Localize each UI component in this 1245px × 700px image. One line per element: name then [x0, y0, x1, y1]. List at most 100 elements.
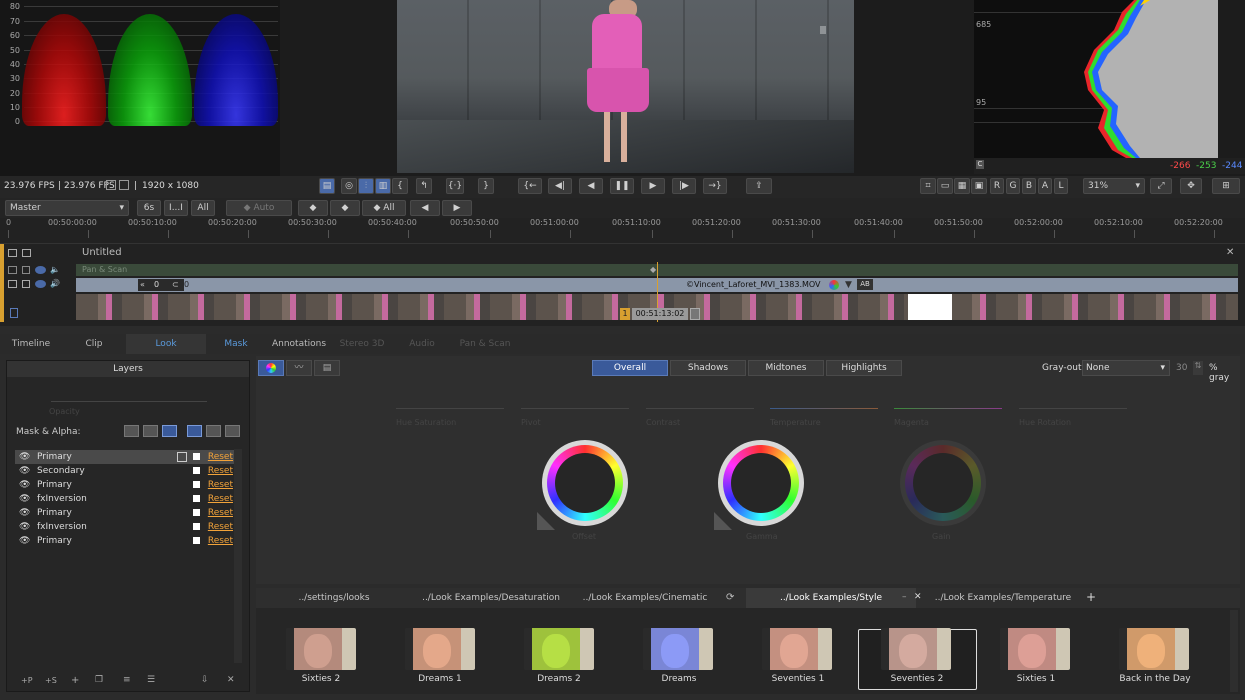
link-icon[interactable]: ⊂	[172, 280, 179, 289]
close-icon[interactable]: ✕	[1226, 247, 1234, 258]
eye-icon[interactable]: 👁	[19, 506, 30, 520]
segment-shadows[interactable]: Shadows	[670, 360, 746, 376]
layer-row[interactable]: 👁 fxInversion Reset	[15, 492, 237, 506]
all-button[interactable]: All	[191, 200, 215, 216]
visibility-eye-icon[interactable]	[35, 266, 46, 274]
speaker-icon[interactable]: 🔈	[50, 265, 60, 274]
channel-r-button[interactable]: R	[990, 178, 1004, 194]
layer-row[interactable]: 👁 Primary Reset	[15, 450, 237, 464]
reset-link[interactable]: Reset	[208, 478, 233, 492]
timeline-menu-icon[interactable]	[8, 249, 17, 257]
look-thumbnail[interactable]	[881, 628, 951, 670]
segment-highlights[interactable]: Highlights	[826, 360, 902, 376]
tab-stereo-3d[interactable]: Stereo 3D	[334, 334, 390, 354]
magenta-slider[interactable]	[894, 408, 1002, 409]
in-out-button[interactable]: I...I	[164, 200, 188, 216]
play-icon[interactable]: ▶	[641, 178, 665, 194]
import-layer-icon[interactable]: ⇩	[201, 675, 209, 685]
color-wheels-icon[interactable]	[258, 360, 284, 376]
look-thumbnail[interactable]	[762, 628, 832, 670]
look-thumbnail[interactable]	[524, 628, 594, 670]
add-primary-button[interactable]: +P	[21, 676, 33, 685]
loop-back-icon[interactable]: ↰	[416, 178, 432, 194]
mark-out-icon[interactable]: }	[478, 178, 494, 194]
scope-toggle-icon[interactable]: ▤	[319, 178, 335, 194]
alpha-icon[interactable]	[206, 425, 221, 437]
reset-link[interactable]: Reset	[208, 492, 233, 506]
grayout-select[interactable]: None ▾	[1082, 360, 1170, 376]
prev-key-icon[interactable]: ◀	[410, 200, 440, 216]
filmstrip-icon[interactable]	[10, 308, 18, 318]
tab-look[interactable]: Look	[126, 334, 206, 354]
look-thumbnail[interactable]	[1119, 628, 1189, 670]
alpha-invert-icon[interactable]	[225, 425, 240, 437]
next-key-icon[interactable]: ▶	[442, 200, 472, 216]
lock-icon[interactable]	[22, 266, 30, 274]
reset-link[interactable]: Reset	[208, 464, 233, 478]
segment-midtones[interactable]: Midtones	[748, 360, 824, 376]
six-second-button[interactable]: 6s	[137, 200, 161, 216]
visibility-eye-icon[interactable]	[35, 280, 46, 288]
lock-icon[interactable]	[22, 280, 30, 288]
channel-l-button[interactable]: L	[1054, 178, 1068, 194]
auto-key-button[interactable]: ◆ Auto	[226, 200, 292, 216]
temperature-slider[interactable]	[770, 408, 878, 409]
lock-icon[interactable]	[22, 249, 31, 257]
key-all-button[interactable]: ◆ All	[362, 200, 406, 216]
stack-layer-icon[interactable]: ≡	[123, 675, 131, 685]
play-reverse-icon[interactable]: ◀	[579, 178, 603, 194]
audio-waveform-icon[interactable]: ⫶	[358, 178, 374, 194]
gain-wheel[interactable]	[900, 440, 986, 526]
segment-overall[interactable]: Overall	[592, 360, 668, 376]
timecode-ruler[interactable]: 0 00:50:00:00 00:50:10:00 00:50:20:00 00…	[0, 218, 1245, 244]
eye-icon[interactable]: 👁	[19, 492, 30, 506]
hue-saturation-slider[interactable]	[396, 408, 504, 409]
minimize-icon[interactable]: –	[902, 592, 907, 602]
tab-audio[interactable]: Audio	[392, 334, 452, 354]
pivot-slider[interactable]	[521, 408, 629, 409]
delete-layer-icon[interactable]: ✕	[227, 675, 235, 685]
eye-icon[interactable]: 👁	[19, 520, 30, 534]
alpha-off-icon[interactable]	[187, 425, 202, 437]
look-thumbnail[interactable]	[286, 628, 356, 670]
bracket-icon[interactable]: {	[392, 178, 408, 194]
mask-off-icon[interactable]	[124, 425, 139, 437]
compare-icon[interactable]: ▣	[971, 178, 987, 194]
speaker-icon[interactable]: 🔊	[50, 279, 60, 288]
layers-scrollbar[interactable]	[234, 449, 242, 663]
reset-link[interactable]: Reset	[208, 506, 233, 520]
offset-corner-handle[interactable]	[537, 512, 555, 530]
video-viewer[interactable]	[397, 0, 854, 173]
layer-row[interactable]: 👁 Primary Reset	[15, 478, 237, 492]
tab-clip[interactable]: Clip	[64, 334, 124, 354]
look-tab-settings[interactable]: ../settings/looks	[256, 588, 412, 608]
in-out-icon[interactable]: {·}	[446, 178, 464, 194]
mask-circle-icon[interactable]	[143, 425, 158, 437]
record-icon[interactable]: ◎	[341, 178, 357, 194]
contrast-slider[interactable]	[646, 408, 754, 409]
duplicate-layer-icon[interactable]: ❐	[95, 675, 103, 685]
tab-timeline[interactable]: Timeline	[0, 334, 62, 354]
look-tab-cinematic[interactable]: ../Look Examples/Cinematic	[570, 588, 720, 608]
track-menu-icon[interactable]	[8, 266, 17, 274]
mask-inside-icon[interactable]	[162, 425, 177, 437]
layer-row[interactable]: 👁 fxInversion Reset	[15, 520, 237, 534]
histogram-toggle-icon[interactable]: ▥	[375, 178, 391, 194]
look-thumbnail[interactable]	[1000, 628, 1070, 670]
channel-a-button[interactable]: A	[1038, 178, 1052, 194]
eye-icon[interactable]: 👁	[19, 464, 30, 478]
tab-pan-scan[interactable]: Pan & Scan	[454, 334, 516, 354]
numeric-icon[interactable]: ▤	[314, 360, 340, 376]
keyframe-marker[interactable]: ◆	[650, 265, 656, 274]
look-thumbnail[interactable]	[405, 628, 475, 670]
fullscreen-icon[interactable]: ⤢	[1150, 178, 1172, 194]
tab-annotations[interactable]: Annotations	[266, 334, 332, 354]
channel-b-button[interactable]: B	[1022, 178, 1036, 194]
gray-stepper-icon[interactable]: ⇅	[1193, 361, 1203, 375]
layer-row[interactable]: 👁 Primary Reset	[15, 506, 237, 520]
add-key-icon[interactable]: ◆	[298, 200, 328, 216]
channel-g-button[interactable]: G	[1006, 178, 1020, 194]
sync-icon[interactable]	[690, 308, 700, 320]
layer-row[interactable]: 👁 Primary Reset	[15, 534, 237, 548]
step-forward-icon[interactable]: |▶	[672, 178, 696, 194]
